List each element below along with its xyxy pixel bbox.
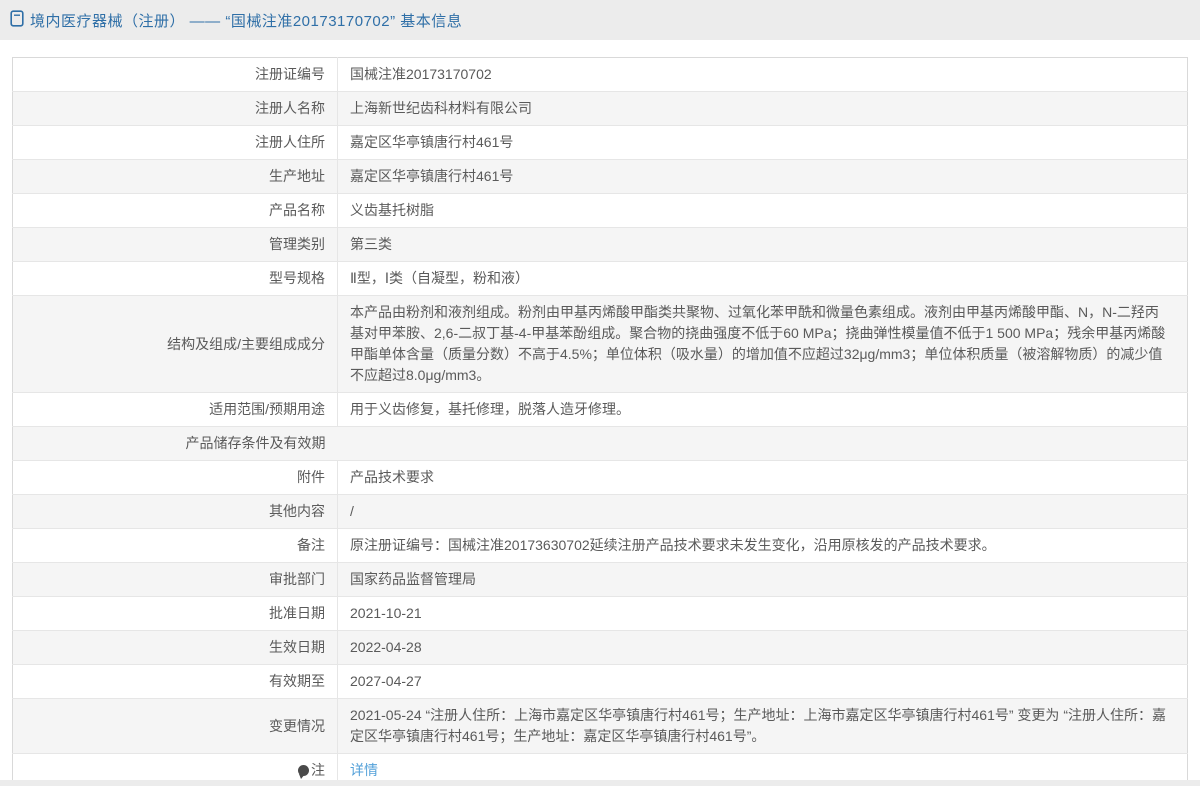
row-value: 2022-04-28 [338,631,1188,665]
registration-info-panel: 注册证编号国械注准20173170702注册人名称上海新世纪齿科材料有限公司注册… [12,57,1188,786]
row-value: 国械注准20173170702 [338,58,1188,92]
info-table-body: 注册证编号国械注准20173170702注册人名称上海新世纪齿科材料有限公司注册… [13,58,1188,786]
document-icon [10,10,24,32]
row-label: 适用范围/预期用途 [13,393,338,427]
page-title: 境内医疗器械（注册） —— “国械注准20173170702” 基本信息 [30,10,462,31]
table-row: 其他内容/ [13,495,1188,529]
table-row: 型号规格Ⅱ型，Ⅰ类（自凝型，粉和液） [13,262,1188,296]
row-value: 本产品由粉剂和液剂组成。粉剂由甲基丙烯酸甲酯类共聚物、过氧化苯甲酰和微量色素组成… [338,296,1188,393]
row-label: 其他内容 [13,495,338,529]
registration-info-table: 注册证编号国械注准20173170702注册人名称上海新世纪齿科材料有限公司注册… [12,57,1188,786]
bottom-section-divider [0,780,1200,786]
row-label: 备注 [13,529,338,563]
row-value: 用于义齿修复，基托修理，脱落人造牙修理。 [338,393,1188,427]
table-row: 适用范围/预期用途用于义齿修复，基托修理，脱落人造牙修理。 [13,393,1188,427]
row-label: 产品储存条件及有效期 [13,427,338,461]
row-label: 管理类别 [13,228,338,262]
row-label: 批准日期 [13,597,338,631]
row-value: 2027-04-27 [338,665,1188,699]
row-label: 变更情况 [13,699,338,754]
row-label: 注册人名称 [13,92,338,126]
table-row: 生效日期2022-04-28 [13,631,1188,665]
row-value: 嘉定区华亭镇唐行村461号 [338,126,1188,160]
row-value: Ⅱ型，Ⅰ类（自凝型，粉和液） [338,262,1188,296]
row-value: / [338,495,1188,529]
row-value: 上海新世纪齿科材料有限公司 [338,92,1188,126]
table-row: 注册证编号国械注准20173170702 [13,58,1188,92]
table-row: 结构及组成/主要组成成分本产品由粉剂和液剂组成。粉剂由甲基丙烯酸甲酯类共聚物、过… [13,296,1188,393]
row-label: 有效期至 [13,665,338,699]
row-label: 注册证编号 [13,58,338,92]
table-row: 批准日期2021-10-21 [13,597,1188,631]
row-value: 国家药品监督管理局 [338,563,1188,597]
table-row: 有效期至2027-04-27 [13,665,1188,699]
row-value: 义齿基托树脂 [338,194,1188,228]
row-value: 2021-05-24 “注册人住所：上海市嘉定区华亭镇唐行村461号；生产地址：… [338,699,1188,754]
table-row: 注册人名称上海新世纪齿科材料有限公司 [13,92,1188,126]
row-label: 结构及组成/主要组成成分 [13,296,338,393]
row-label: 注册人住所 [13,126,338,160]
row-label: 审批部门 [13,563,338,597]
row-value: 产品技术要求 [338,461,1188,495]
row-label: 产品名称 [13,194,338,228]
row-label: 附件 [13,461,338,495]
row-value: 嘉定区华亭镇唐行村461号 [338,160,1188,194]
row-value: 第三类 [338,228,1188,262]
table-row: 变更情况2021-05-24 “注册人住所：上海市嘉定区华亭镇唐行村461号；生… [13,699,1188,754]
table-row: 管理类别第三类 [13,228,1188,262]
row-value: 原注册证编号：国械注准20173630702延续注册产品技术要求未发生变化，沿用… [338,529,1188,563]
table-row: 备注原注册证编号：国械注准20173630702延续注册产品技术要求未发生变化，… [13,529,1188,563]
table-row: 附件产品技术要求 [13,461,1188,495]
row-label: 型号规格 [13,262,338,296]
table-row: 审批部门国家药品监督管理局 [13,563,1188,597]
table-row: 生产地址嘉定区华亭镇唐行村461号 [13,160,1188,194]
details-link[interactable]: 详情 [350,762,378,778]
table-row: 产品储存条件及有效期 [13,427,1188,461]
row-value: 2021-10-21 [338,597,1188,631]
note-balloon-icon [298,765,309,776]
row-value [338,427,1188,461]
table-row: 注册人住所嘉定区华亭镇唐行村461号 [13,126,1188,160]
page-header: 境内医疗器械（注册） —— “国械注准20173170702” 基本信息 [0,0,1200,40]
row-label: 生产地址 [13,160,338,194]
table-row: 产品名称义齿基托树脂 [13,194,1188,228]
row-label: 生效日期 [13,631,338,665]
